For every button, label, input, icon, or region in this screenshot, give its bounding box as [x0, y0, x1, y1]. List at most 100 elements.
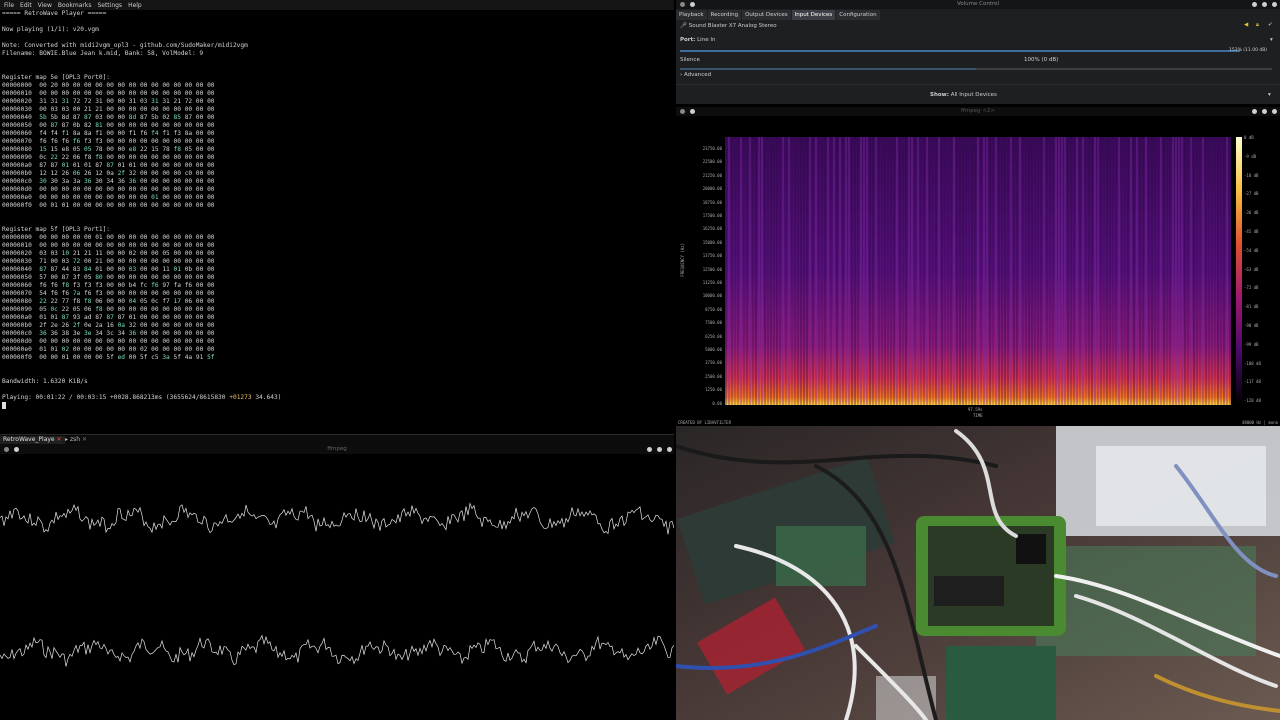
spectrogram-column: [1196, 137, 1198, 405]
register-byte: 00: [195, 266, 208, 273]
register-byte: 00: [207, 146, 215, 153]
register-byte: f8: [84, 298, 96, 305]
chevron-down-icon[interactable]: ▾: [1268, 92, 1271, 98]
register-byte: 34: [95, 330, 107, 337]
spectrogram-column: [749, 137, 751, 405]
register-byte: 00: [117, 130, 129, 137]
register-byte: 15: [50, 146, 62, 153]
register-byte: 11: [162, 266, 174, 273]
close-icon[interactable]: ✕: [57, 436, 62, 443]
register-byte: 02: [162, 114, 174, 121]
register-byte: 00: [50, 194, 62, 201]
maximize-icon[interactable]: [1262, 2, 1267, 7]
minimize-icon[interactable]: [1252, 2, 1257, 7]
chevron-down-icon[interactable]: ▾: [1270, 37, 1273, 43]
register-byte: 00: [84, 234, 96, 241]
register-byte: f3: [95, 282, 107, 289]
tab-playback[interactable]: Playback: [676, 10, 707, 20]
register-byte: f1: [61, 130, 73, 137]
register-row: 00000080 15 15 e8 05 05 78 00 00 e8 22 1…: [2, 146, 215, 154]
register-byte: e8: [61, 146, 73, 153]
register-byte: 21: [173, 98, 185, 105]
register-byte: 00: [195, 122, 208, 129]
menu-edit[interactable]: Edit: [20, 2, 32, 9]
window-menu-icon[interactable]: [680, 109, 685, 114]
register-byte: 00: [151, 266, 163, 273]
close-window-icon[interactable]: [667, 447, 672, 452]
register-byte: 00: [139, 290, 152, 297]
register-byte: 00: [95, 338, 107, 345]
menu-help[interactable]: Help: [128, 2, 142, 9]
check-icon[interactable]: ✔: [1268, 22, 1273, 28]
playback-status: Playing: 00:01:22 / 00:03:15 +0028.86821…: [2, 394, 281, 402]
spectrogram-column: [1109, 137, 1111, 405]
register-address: 00000000: [2, 234, 40, 241]
close-window-icon[interactable]: [1272, 109, 1277, 114]
register-byte: 84: [84, 266, 96, 273]
port-select[interactable]: Line In: [697, 37, 715, 43]
menu-settings[interactable]: Settings: [97, 2, 122, 9]
register-byte: 97: [162, 282, 174, 289]
register-byte: 22: [50, 298, 62, 305]
minimize-icon[interactable]: [647, 447, 652, 452]
spectrogram-column: [1103, 137, 1105, 405]
register-byte: 87: [61, 314, 73, 321]
frequency-tick: 17500.00: [702, 213, 722, 218]
menu-file[interactable]: File: [4, 2, 14, 9]
register-byte: 00: [207, 170, 215, 177]
frequency-tick: 11250.00: [702, 280, 722, 285]
register-byte: f6: [50, 282, 62, 289]
menu-view[interactable]: View: [38, 2, 52, 9]
maximize-icon[interactable]: [1262, 109, 1267, 114]
register-byte: 30: [95, 178, 107, 185]
tab-configuration[interactable]: Configuration: [836, 10, 880, 20]
register-byte: 00: [195, 250, 208, 257]
register-byte: f6: [61, 138, 73, 145]
register-byte: 00: [95, 242, 107, 249]
pin-icon[interactable]: [690, 109, 695, 114]
register-byte: 00: [84, 202, 96, 209]
register-byte: f4: [151, 130, 163, 137]
pin-icon[interactable]: [690, 2, 695, 7]
register-byte: 00: [195, 346, 208, 353]
close-window-icon[interactable]: [1272, 2, 1277, 7]
window-menu-icon[interactable]: [680, 2, 685, 7]
close-icon[interactable]: ✕: [82, 436, 87, 443]
register-byte: 87: [95, 314, 107, 321]
volume-slider[interactable]: [680, 50, 1240, 52]
register-byte: 16: [106, 322, 118, 329]
register-byte: 00: [184, 290, 196, 297]
register-byte: 00: [72, 202, 85, 209]
tab-zsh[interactable]: ▸ zsh ✕: [62, 436, 90, 444]
show-select[interactable]: All Input Devices: [951, 92, 997, 98]
tab-output-devices[interactable]: Output Devices: [742, 10, 791, 20]
pin-icon[interactable]: [14, 447, 19, 452]
register-byte: 00: [151, 202, 163, 209]
tab-retrowave[interactable]: RetroWave_Playe ✕: [0, 436, 65, 444]
minimize-icon[interactable]: [1252, 109, 1257, 114]
register-byte: 00: [173, 330, 185, 337]
window-menu-icon[interactable]: [4, 447, 9, 452]
advanced-expander[interactable]: › Advanced: [680, 72, 711, 78]
spectrogram-column: [905, 137, 907, 405]
register-byte: 00: [139, 178, 152, 185]
menu-bookmarks[interactable]: Bookmarks: [58, 2, 92, 9]
mute-icon[interactable]: ◀: [1244, 22, 1248, 28]
device-name: Sound Blaster X7 Analog Stereo: [688, 23, 777, 29]
register-byte: 03: [61, 258, 73, 265]
player-header: ===== RetroWave Player =====: [2, 10, 107, 17]
spectrogram-column: [1025, 137, 1027, 405]
register-byte: 26: [84, 170, 96, 177]
register-byte: 00: [184, 154, 196, 161]
register-byte: f6: [61, 290, 73, 297]
register-byte: 00: [95, 202, 107, 209]
lock-icon[interactable]: 🔒︎: [1256, 22, 1259, 29]
maximize-icon[interactable]: [657, 447, 662, 452]
register-byte: 00: [207, 122, 215, 129]
register-byte: 00: [195, 298, 208, 305]
tab-recording[interactable]: Recording: [707, 10, 742, 20]
frequency-tick: 12500.00: [702, 266, 722, 272]
spectrogram-column: [788, 137, 790, 405]
tab-input-devices[interactable]: Input Devices: [791, 10, 836, 20]
register-byte: 00: [106, 82, 118, 89]
